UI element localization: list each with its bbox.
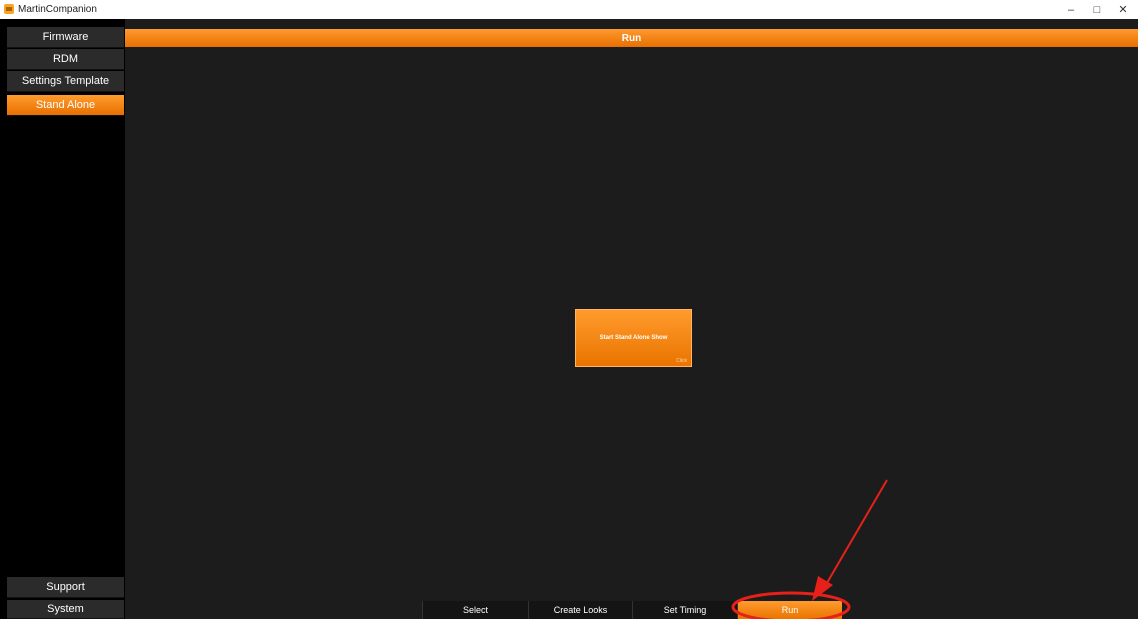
tab-set-timing[interactable]: Set Timing: [632, 601, 737, 619]
sidebar-item-rdm[interactable]: RDM: [7, 49, 124, 70]
start-button-label: Start Stand Alone Show: [599, 335, 668, 341]
sidebar-item-settings-template[interactable]: Settings Template: [7, 71, 124, 92]
sidebar-item-support[interactable]: Support: [7, 577, 124, 598]
start-button-hint: Click: [676, 358, 687, 364]
tab-select[interactable]: Select: [422, 601, 528, 619]
tab-create-looks[interactable]: Create Looks: [528, 601, 632, 619]
window-title: MartinCompanion: [18, 4, 97, 15]
main-panel: Run Start Stand Alone Show Click Select …: [125, 19, 1138, 619]
start-stand-alone-show-button[interactable]: Start Stand Alone Show Click: [575, 309, 692, 367]
minimize-button[interactable]: –: [1060, 0, 1082, 19]
tab-run[interactable]: Run: [737, 601, 842, 619]
sidebar-item-firmware[interactable]: Firmware: [7, 27, 124, 48]
maximize-button[interactable]: □: [1086, 0, 1108, 19]
close-button[interactable]: ✕: [1112, 0, 1134, 19]
app-logo-icon: [4, 4, 14, 14]
sidebar: Firmware RDM Settings Template Stand Alo…: [0, 19, 125, 619]
title-bar: MartinCompanion – □ ✕: [0, 0, 1138, 19]
page-title: Run: [125, 29, 1138, 47]
sidebar-item-stand-alone[interactable]: Stand Alone: [7, 95, 124, 116]
sidebar-item-system[interactable]: System: [7, 600, 124, 619]
